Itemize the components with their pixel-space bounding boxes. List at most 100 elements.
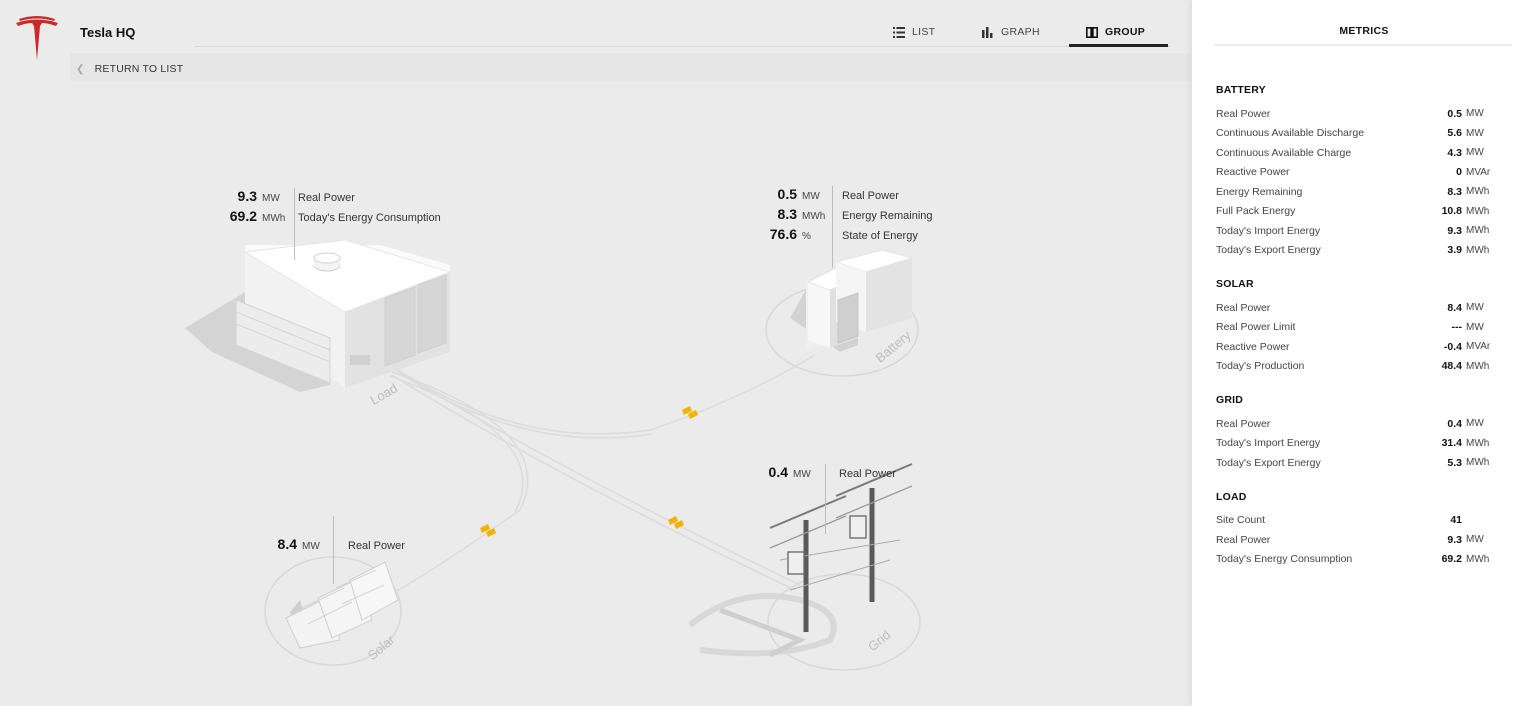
metric-row: Reactive Power 0 MVAr	[1216, 163, 1512, 183]
battery-soe-unit: %	[802, 231, 811, 242]
metric-unit: MW	[1466, 418, 1484, 430]
metrics-section-solar: SOLAR Real Power 8.4 MW Real Power Limit --- M…	[1216, 278, 1512, 376]
load-real-power-unit: MW	[262, 193, 280, 204]
metric-unit: MWh	[1466, 225, 1490, 237]
metric-unit: MWh	[1466, 437, 1490, 449]
grid-node-label: Grid	[865, 627, 893, 654]
metric-row: Today's Production 48.4 MWh	[1216, 357, 1512, 377]
metric-label: Real Power	[1216, 301, 1271, 314]
metric-unit: MW	[1466, 127, 1484, 139]
metric-unit: MW	[1466, 147, 1484, 159]
metric-label: Real Power Limit	[1216, 321, 1296, 334]
metric-label: Today's Import Energy	[1216, 437, 1321, 450]
metric-unit: MWh	[1466, 186, 1490, 198]
load-readout-row: 9.3 MW Real Power	[222, 188, 441, 208]
metric-row: Real Power 0.4 MW	[1216, 414, 1512, 434]
metric-label: Real Power	[1216, 107, 1271, 120]
load-building	[185, 239, 452, 392]
battery-real-power-unit: MW	[802, 191, 820, 202]
metrics-section-title: LOAD	[1216, 490, 1247, 503]
metric-value: 5.6	[1447, 127, 1462, 140]
metric-unit: MWh	[1466, 360, 1490, 372]
metric-row: Today's Export Energy 3.9 MWh	[1216, 241, 1512, 261]
metric-label: Site Count	[1216, 514, 1266, 527]
metric-row: Real Power 8.4 MW	[1216, 298, 1512, 318]
load-node-label: Load	[367, 380, 400, 407]
metric-value: 3.9	[1447, 244, 1462, 257]
metric-row: Real Power 9.3 MW	[1216, 530, 1512, 550]
solar-real-power-unit: MW	[302, 541, 320, 552]
metric-unit: MWh	[1466, 457, 1490, 469]
metrics-panel: METRICS BATTERY Real Power 0.5 MW Continuous…	[1192, 0, 1536, 706]
metrics-section-title: BATTERY	[1216, 84, 1266, 96]
metric-value: 69.2	[1441, 553, 1462, 566]
load-readout: 9.3 MW Real Power 69.2 MWh Today's Energ…	[222, 188, 441, 228]
metric-unit: MW	[1466, 321, 1484, 333]
metrics-section-grid: GRID Real Power 0.4 MW Today's Import Energy…	[1216, 394, 1512, 473]
metric-unit: MWh	[1466, 244, 1490, 256]
flow-lines	[389, 354, 816, 596]
solar-panel-array	[285, 561, 399, 649]
metric-unit: MW	[1466, 302, 1484, 314]
metric-unit: MVAr	[1466, 166, 1491, 178]
metrics-section-title: SOLAR	[1216, 278, 1254, 290]
metric-label: Reactive Power	[1216, 166, 1290, 179]
solar-readout: 8.4 MW Real Power	[262, 536, 405, 556]
metric-row: Reactive Power -0.4 MVAr	[1216, 337, 1512, 357]
metric-value: 0.5	[1447, 107, 1462, 120]
battery-energy-label: Energy Remaining	[842, 210, 933, 222]
metric-unit: MW	[1466, 108, 1484, 120]
metric-row: Continuous Available Discharge 5.6 MW	[1216, 124, 1512, 144]
metric-label: Continuous Available Discharge	[1216, 127, 1365, 140]
metric-row: Today's Import Energy 31.4 MWh	[1216, 434, 1512, 454]
metric-label: Real Power	[1216, 417, 1271, 430]
metric-value: 48.4	[1441, 360, 1462, 373]
metric-row: Today's Import Energy 9.3 MWh	[1216, 221, 1512, 241]
metric-value: 41	[1450, 514, 1462, 527]
metric-value: 9.3	[1447, 224, 1462, 237]
load-readout-row: 69.2 MWh Today's Energy Consumption	[222, 208, 441, 228]
energy-group-view: Tesla HQ ❮ RETURN TO LIST LIST GRAPH GRO…	[0, 0, 1190, 706]
metric-label: Real Power	[1216, 533, 1271, 546]
solar-real-power-value: 8.4	[277, 536, 297, 552]
metrics-section-battery: BATTERY Real Power 0.5 MW Continuous Availab…	[1216, 84, 1512, 260]
load-energy-value: 69.2	[229, 208, 257, 224]
metric-value: 5.3	[1447, 456, 1462, 469]
metric-value: 4.3	[1447, 146, 1462, 159]
solar-readout-row: 8.4 MW Real Power	[262, 536, 405, 556]
grid-utility-poles	[688, 463, 913, 658]
battery-readout-row: 8.3 MWh Energy Remaining	[762, 206, 933, 226]
metric-label: Today's Import Energy	[1216, 224, 1321, 237]
metric-value: -0.4	[1443, 340, 1462, 353]
energy-flow-diagram: Load Battery Solar Grid	[185, 239, 921, 671]
metric-value: 0.4	[1447, 417, 1462, 430]
flow-line-load-battery	[394, 354, 816, 435]
metric-value: 8.3	[1447, 185, 1462, 198]
metric-label: Today's Export Energy	[1216, 244, 1321, 257]
battery-real-power-value: 0.5	[777, 186, 797, 202]
metrics-section-load: LOAD Site Count 41 Real Power 9.3 MW Today's E…	[1216, 491, 1512, 570]
metric-row: Today's Energy Consumption 69.2 MWh	[1216, 550, 1512, 570]
metric-value: ---	[1451, 321, 1463, 334]
metric-value: 31.4	[1441, 437, 1462, 450]
flow-arrow-solar	[480, 524, 496, 537]
grid-readout: 0.4 MW Real Power	[753, 464, 896, 484]
metric-row: Real Power Limit --- MW	[1216, 318, 1512, 338]
grid-real-power-label: Real Power	[839, 468, 896, 480]
metric-row: Site Count 41	[1216, 511, 1512, 531]
metrics-section-title: GRID	[1216, 394, 1244, 406]
metrics-title: METRICS	[1339, 25, 1389, 37]
metric-row: Continuous Available Charge 4.3 MW	[1216, 143, 1512, 163]
metric-value: 9.3	[1447, 533, 1462, 546]
battery-real-power-label: Real Power	[842, 190, 899, 202]
metric-unit: MWh	[1466, 553, 1490, 565]
metric-label: Full Pack Energy	[1216, 205, 1296, 218]
grid-real-power-value: 0.4	[768, 464, 788, 480]
battery-energy-unit: MWh	[802, 211, 826, 222]
metric-unit: MW	[1466, 534, 1484, 546]
metric-row: Real Power 0.5 MW	[1216, 104, 1512, 124]
metrics-body: BATTERY Real Power 0.5 MW Continuous Availab…	[1216, 84, 1512, 587]
metric-label: Today's Energy Consumption	[1216, 553, 1353, 566]
grid-real-power-unit: MW	[793, 469, 811, 480]
metric-label: Reactive Power	[1216, 340, 1290, 353]
